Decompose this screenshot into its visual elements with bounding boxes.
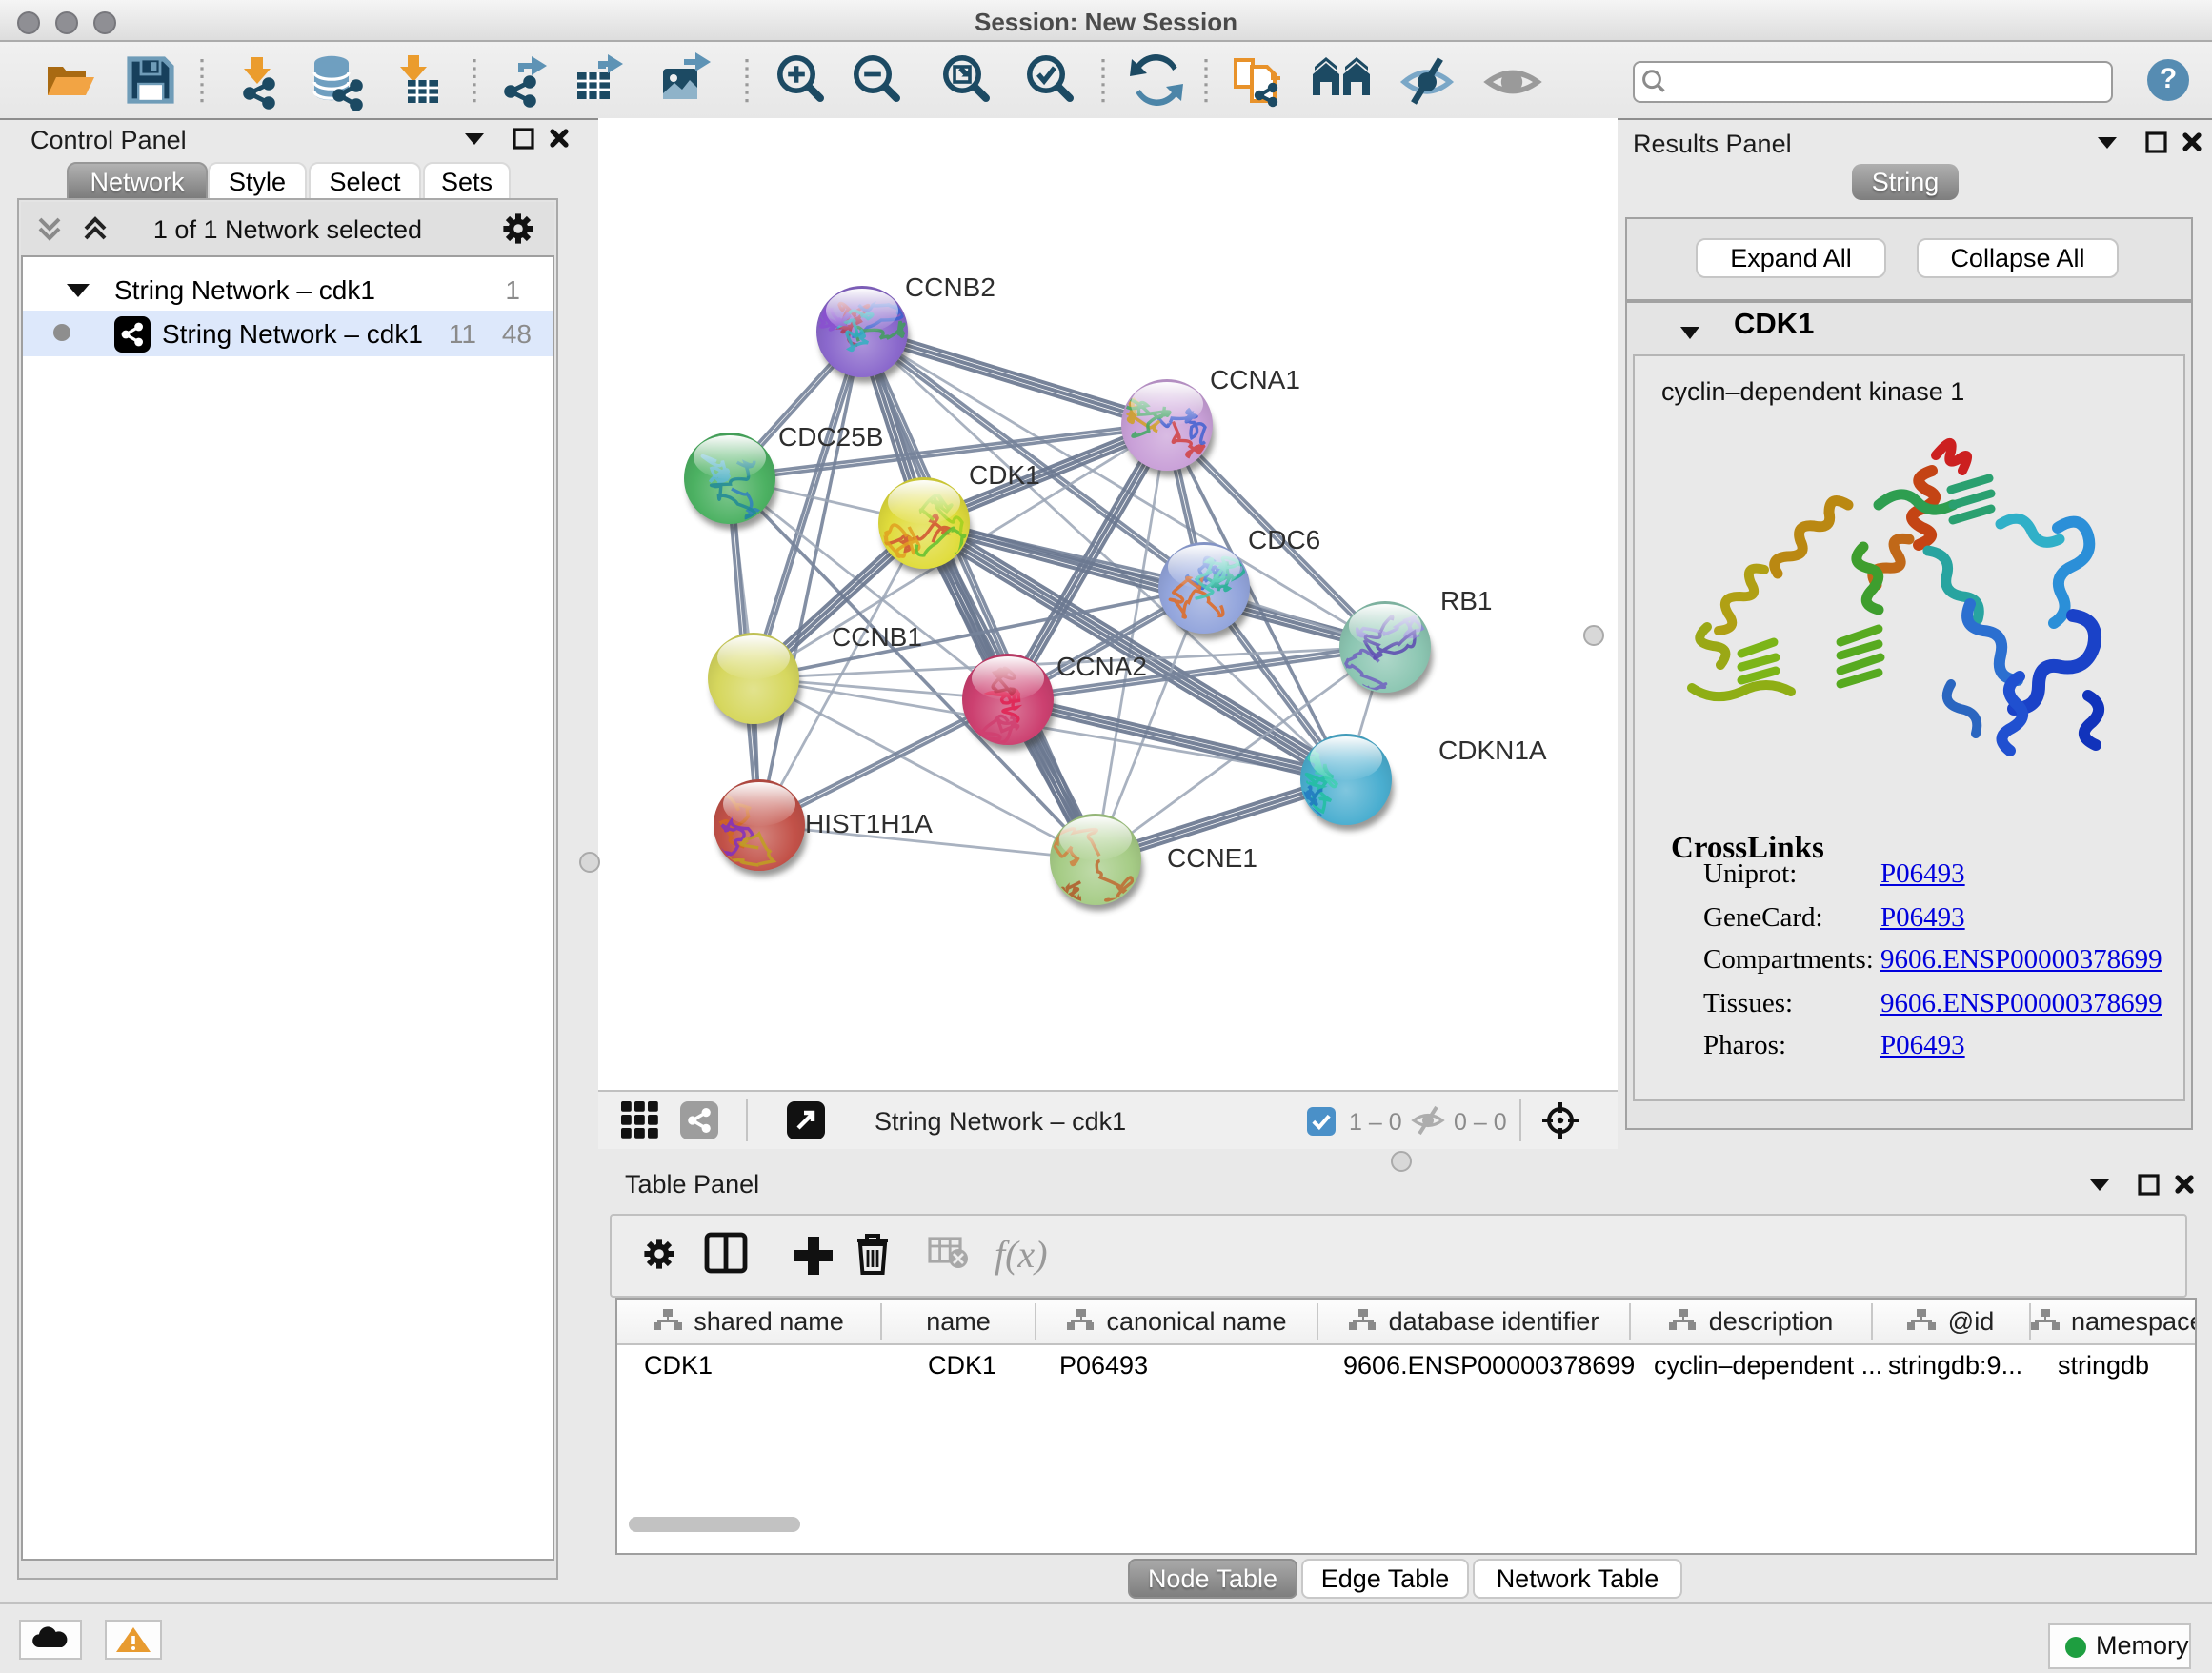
svg-text:CCNB1: CCNB1 <box>832 622 922 652</box>
svg-text:HIST1H1A: HIST1H1A <box>805 809 933 838</box>
svg-text:CDK1: CDK1 <box>969 460 1040 490</box>
svg-text:CCNE1: CCNE1 <box>1167 843 1257 873</box>
svg-text:CCNA2: CCNA2 <box>1056 652 1147 681</box>
svg-text:CDKN1A: CDKN1A <box>1438 736 1547 765</box>
svg-text:CDC25B: CDC25B <box>778 422 883 452</box>
svg-text:f(x): f(x) <box>995 1233 1048 1276</box>
svg-text:String Network – cdk1: String Network – cdk1 <box>875 1107 1126 1136</box>
svg-text:CDC6: CDC6 <box>1248 525 1320 554</box>
svg-text:0 – 0: 0 – 0 <box>1454 1109 1507 1136</box>
svg-text:CCNB2: CCNB2 <box>905 272 995 302</box>
svg-text:RB1: RB1 <box>1440 586 1492 615</box>
svg-text:CCNA1: CCNA1 <box>1210 365 1300 394</box>
svg-text:1 – 0: 1 – 0 <box>1349 1109 1402 1136</box>
